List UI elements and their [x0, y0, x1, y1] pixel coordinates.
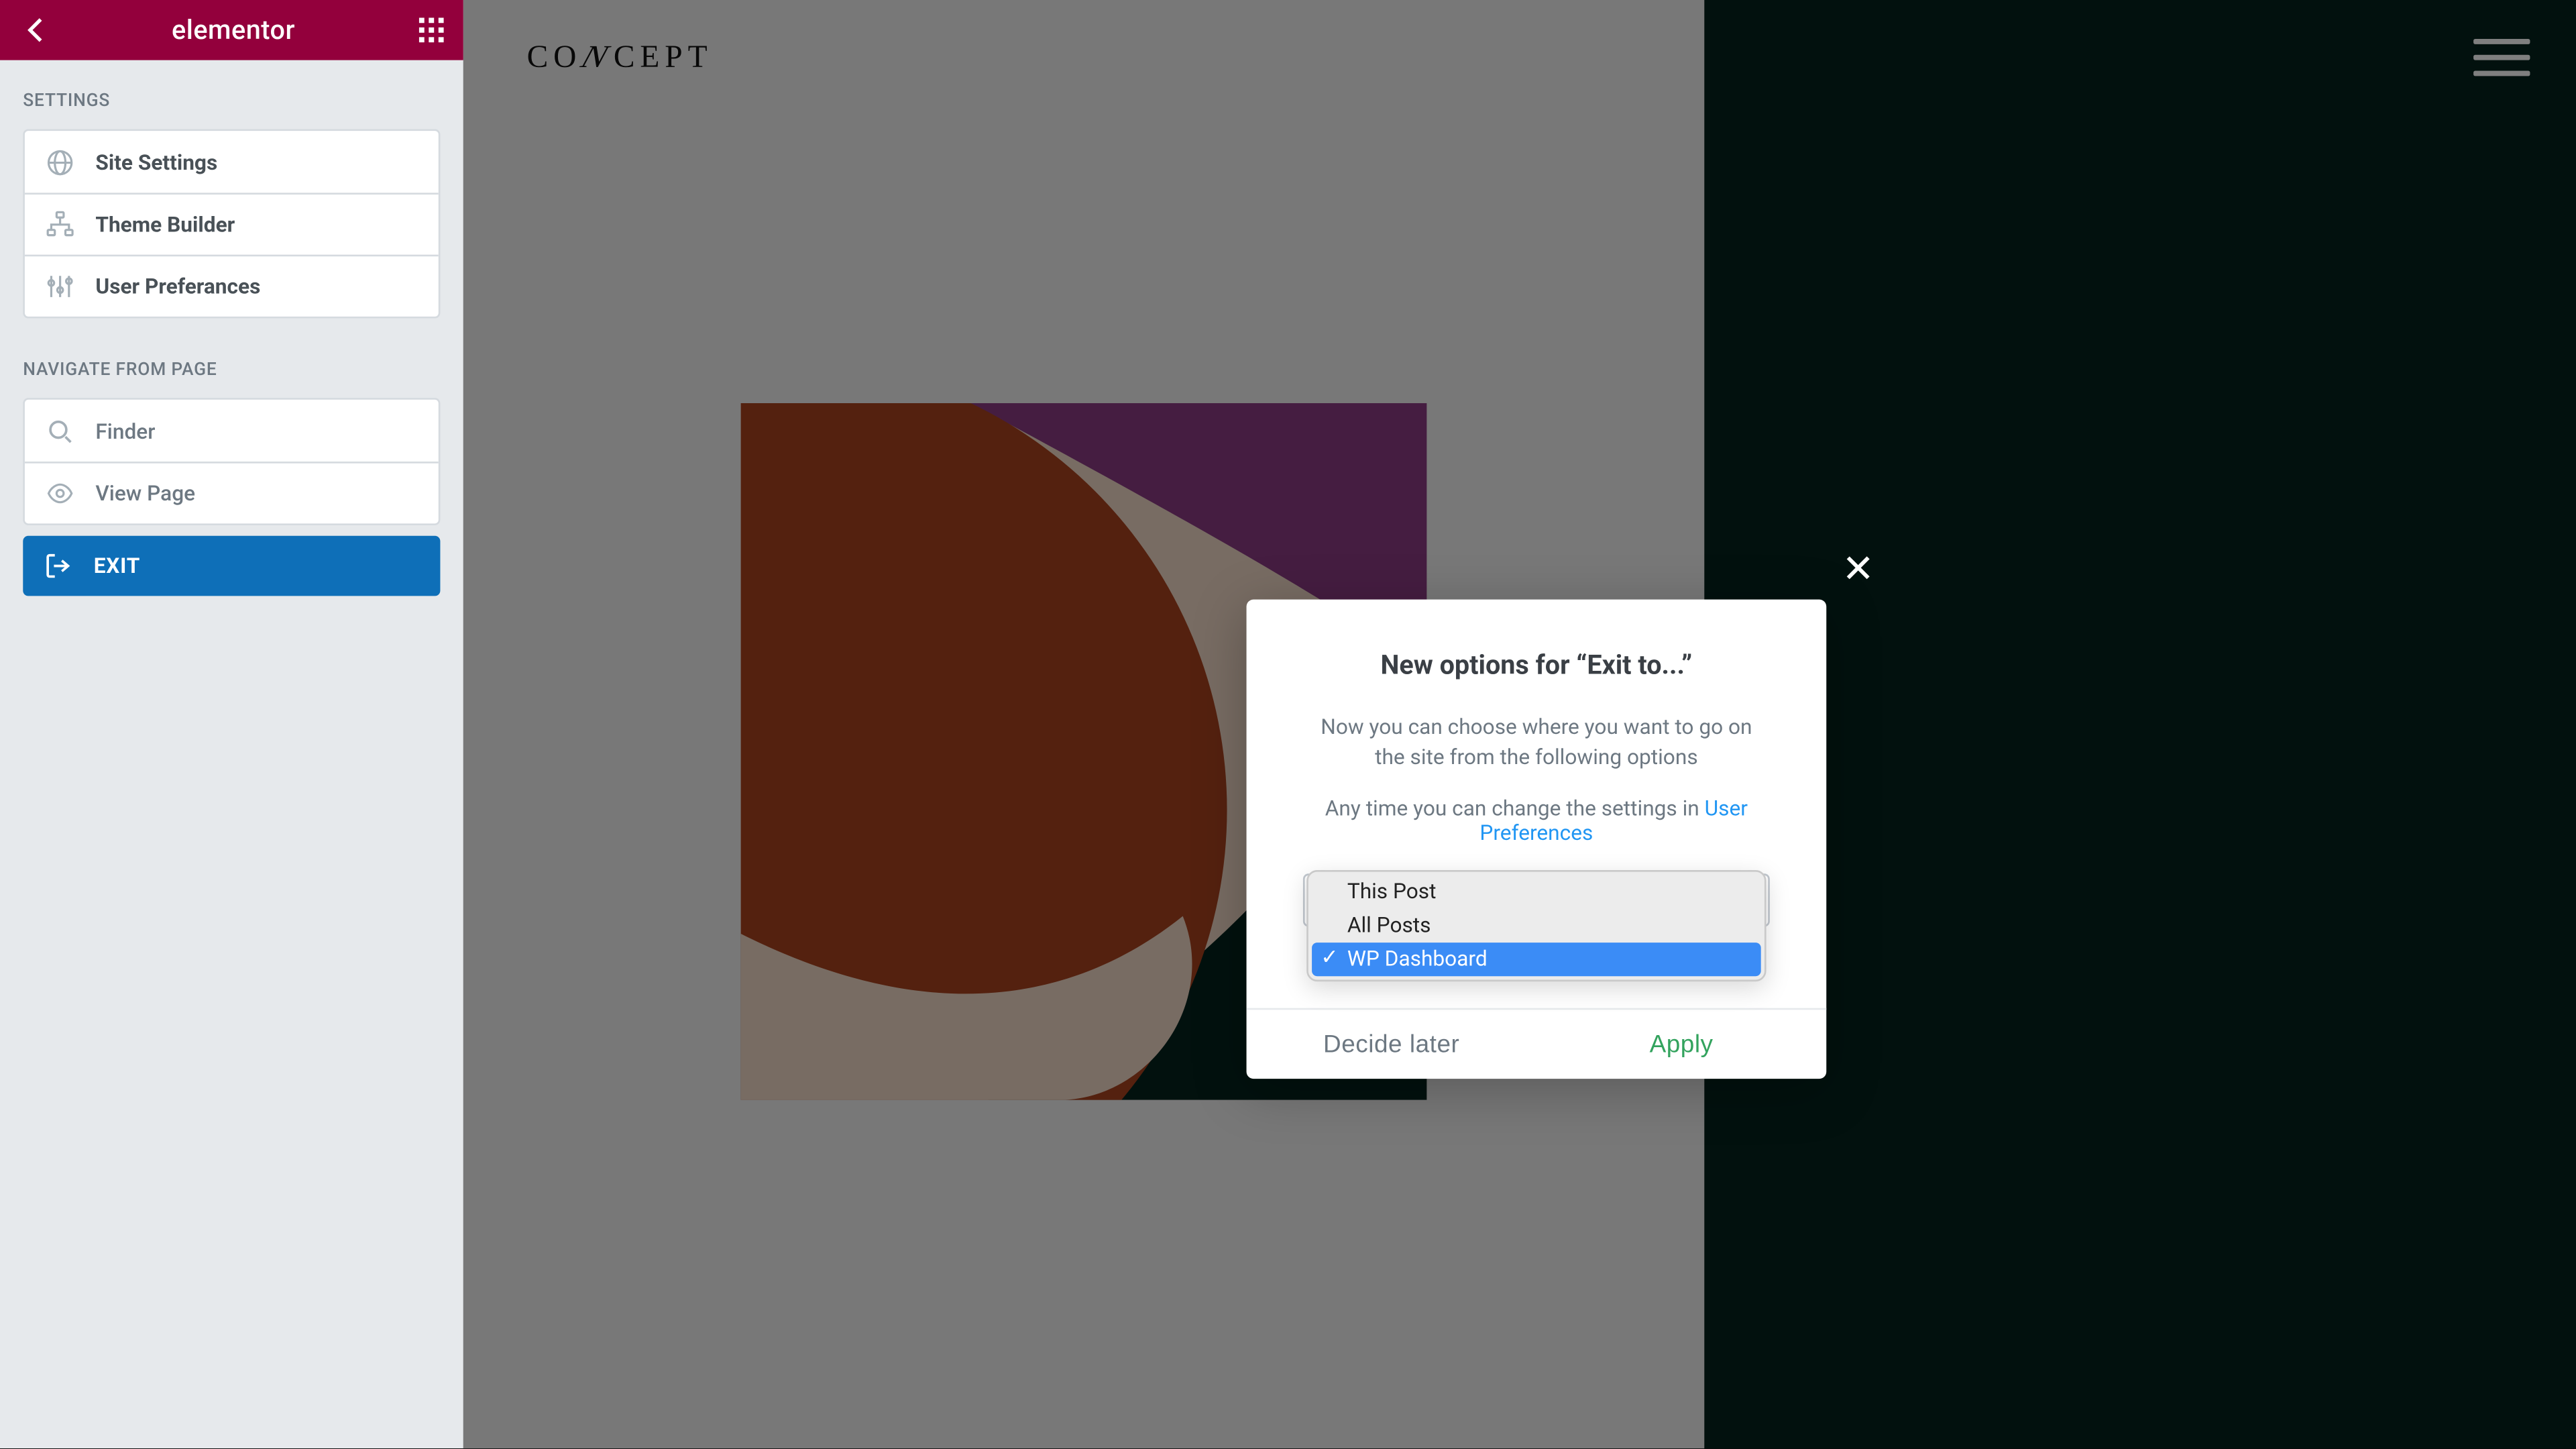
- sidebar-item-label: Finder: [95, 418, 155, 443]
- sidebar-item-finder[interactable]: Finder: [25, 400, 439, 462]
- sidebar-item-exit[interactable]: EXIT: [23, 536, 440, 596]
- chevron-left-icon: [25, 17, 46, 42]
- sidebar-item-label: Site Settings: [95, 150, 217, 174]
- modal-actions: Decide later Apply: [1247, 1008, 1827, 1078]
- modal-close-button[interactable]: ✕: [1839, 552, 1878, 591]
- sidebar-item-label: User Preferances: [95, 274, 260, 299]
- globe-icon: [46, 148, 74, 176]
- eye-icon: [46, 479, 74, 507]
- checkmark-icon: ✓: [1321, 946, 1339, 967]
- apply-button[interactable]: Apply: [1536, 1010, 1826, 1079]
- dropdown-option-wp-dashboard[interactable]: ✓ WP Dashboard: [1312, 943, 1761, 976]
- modal-description: Now you can choose where you want to go …: [1306, 712, 1766, 774]
- dropdown-option-label: All Posts: [1347, 913, 1431, 938]
- elementor-sidebar: elementor SETTINGS Site Settings: [0, 0, 463, 1448]
- elementor-logo: elementor: [172, 14, 295, 46]
- sidebar-item-label: View Page: [95, 481, 195, 506]
- settings-group: Site Settings Theme Builder: [23, 129, 440, 318]
- close-icon: ✕: [1842, 552, 1874, 591]
- sliders-icon: [46, 272, 74, 301]
- apps-grid-button[interactable]: [414, 12, 449, 48]
- exit-destination-dropdown: This Post All Posts ✓ WP Dashboard: [1306, 869, 1766, 981]
- navigate-section-label: NAVIGATE FROM PAGE: [23, 361, 440, 380]
- decide-later-button[interactable]: Decide later: [1247, 1010, 1536, 1079]
- sidebar-item-label: EXIT: [94, 553, 140, 578]
- exit-icon: [44, 552, 72, 580]
- dropdown-option-label: WP Dashboard: [1347, 947, 1488, 971]
- modal-note: Any time you can change the settings in …: [1286, 796, 1788, 845]
- sidebar-item-view-page[interactable]: View Page: [25, 462, 439, 523]
- sidebar-item-user-preferences[interactable]: User Preferances: [25, 255, 439, 317]
- back-button[interactable]: [17, 12, 53, 48]
- dropdown-option-all-posts[interactable]: All Posts: [1312, 908, 1761, 942]
- settings-section-label: SETTINGS: [23, 92, 440, 111]
- exit-options-modal: New options for “Exit to...” Now you can…: [1247, 600, 1827, 1079]
- navigate-group: Finder View Page: [23, 398, 440, 525]
- apps-grid-icon: [419, 17, 444, 42]
- search-icon: [46, 417, 74, 445]
- modal-note-prefix: Any time you can change the settings in: [1325, 796, 1705, 820]
- sidebar-header: elementor: [0, 0, 463, 60]
- sitemap-icon: [46, 211, 74, 239]
- dropdown-option-this-post[interactable]: This Post: [1312, 875, 1761, 908]
- dropdown-option-label: This Post: [1347, 879, 1437, 904]
- sidebar-item-theme-builder[interactable]: Theme Builder: [25, 193, 439, 254]
- modal-title: New options for “Exit to...”: [1286, 649, 1788, 680]
- exit-destination-select[interactable]: This Post All Posts ✓ WP Dashboard: [1303, 873, 1770, 926]
- sidebar-item-site-settings[interactable]: Site Settings: [25, 131, 439, 193]
- sidebar-item-label: Theme Builder: [95, 212, 235, 237]
- elementor-logo-text: elementor: [172, 14, 295, 46]
